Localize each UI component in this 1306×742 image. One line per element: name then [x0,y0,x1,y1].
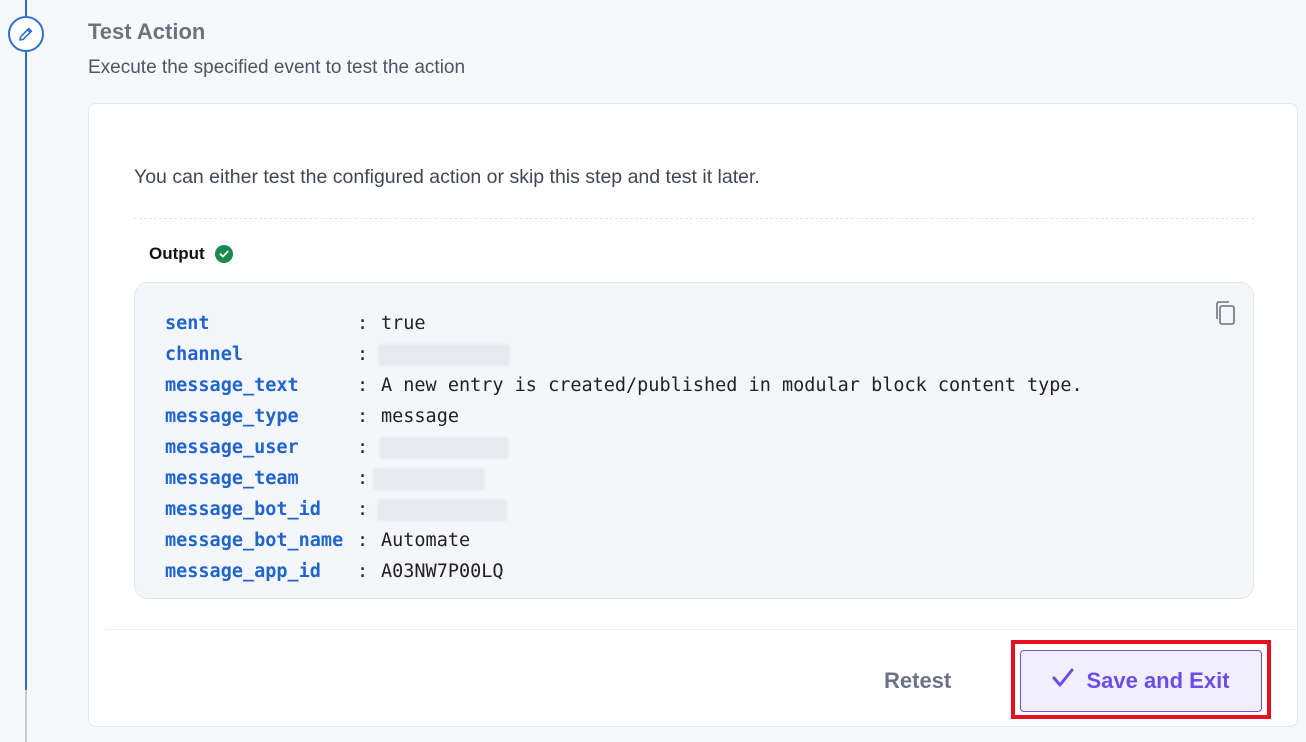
field-key: message_text [165,375,299,396]
field-separator: : [357,561,369,582]
divider [134,218,1254,219]
redacted-value [377,498,507,521]
output-row-message-app-id: message_app_id : A03NW7P00LQ [165,556,1083,587]
field-key: message_bot_name [165,530,344,551]
field-separator: : [357,437,369,458]
checkmark-icon [1052,668,1074,694]
output-row-message-bot-id: message_bot_id : [165,494,1083,525]
retest-button[interactable]: Retest [884,661,951,701]
output-row-message-bot-name: message_bot_name : Automate [165,525,1083,556]
field-value: Automate [381,530,471,551]
field-key: message_team [165,468,299,489]
output-panel: sent : true channel : message_text : A n… [134,282,1254,599]
output-header: Output [149,244,233,264]
footer-divider [105,629,1299,630]
step-title: Test Action [88,19,206,44]
field-separator: : [357,375,369,396]
stepper-rail-inactive [25,690,27,742]
field-separator: : [357,313,369,334]
redacted-value [373,467,485,490]
stepper-rail-active [25,0,27,742]
redacted-value [378,343,510,366]
output-row-channel: channel : [165,339,1083,370]
output-row-message-type: message_type : message [165,401,1083,432]
output-row-sent: sent : true [165,308,1083,339]
save-and-exit-button[interactable]: Save and Exit [1020,650,1262,712]
field-key: sent [165,313,210,334]
field-separator: : [357,406,369,427]
intro-text: You can either test the configured actio… [134,166,760,188]
field-value: A03NW7P00LQ [381,561,504,582]
output-row-message-user: message_user : [165,432,1083,463]
output-row-message-text: message_text : A new entry is created/pu… [165,370,1083,401]
field-value: true [381,313,426,334]
field-value: A new entry is created/published in modu… [381,375,1083,396]
field-key: message_bot_id [165,499,321,520]
test-action-card: You can either test the configured actio… [88,103,1299,727]
save-and-exit-label: Save and Exit [1086,668,1230,693]
step-subtitle: Execute the specified event to test the … [88,57,466,78]
field-key: message_type [165,406,299,427]
output-fields: sent : true channel : message_text : A n… [165,308,1083,587]
output-label: Output [149,244,205,263]
redacted-value [379,436,509,459]
pencil-icon [8,16,44,52]
output-row-message-team: message_team : [165,463,1083,494]
field-key: channel [165,344,243,365]
copy-icon[interactable] [1213,299,1237,327]
field-key: message_app_id [165,561,321,582]
field-key: message_user [165,437,299,458]
test-action-step: Test Action Execute the specified event … [0,0,1306,742]
field-separator: : [357,530,369,551]
check-circle-icon [214,245,233,263]
field-value: message [381,406,459,427]
